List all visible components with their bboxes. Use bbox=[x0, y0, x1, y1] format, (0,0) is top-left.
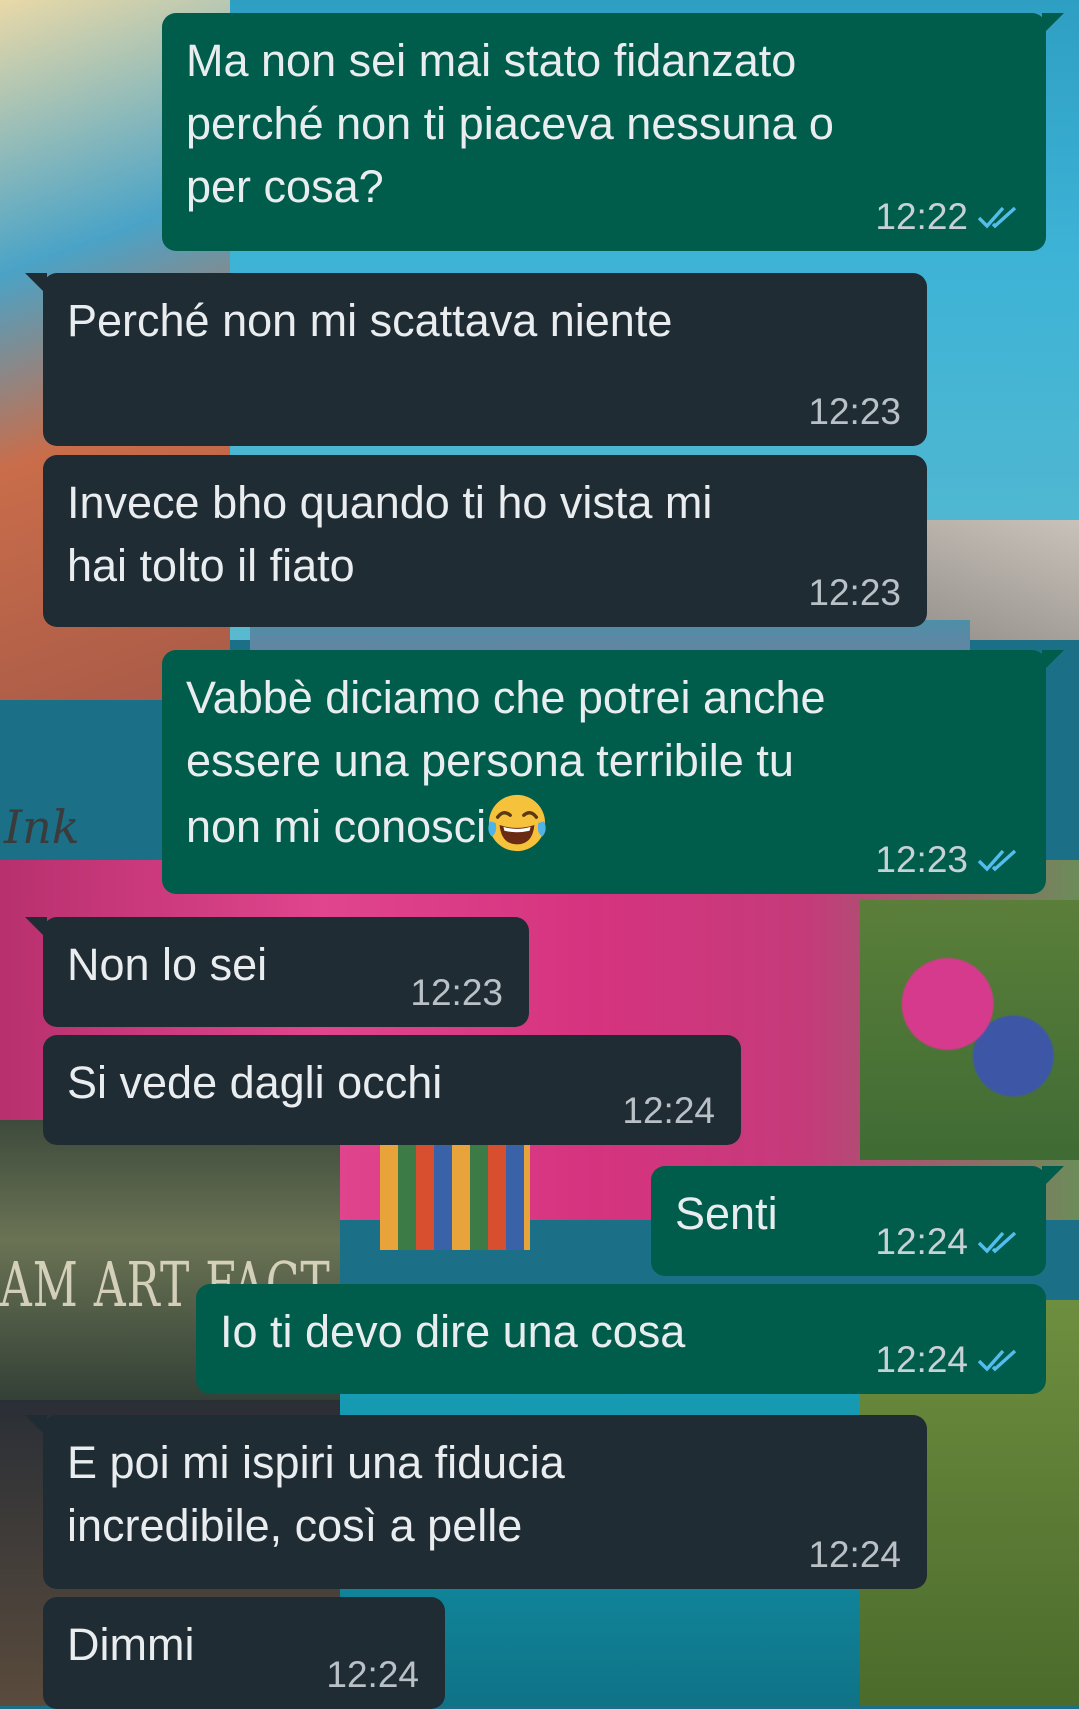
message-incoming[interactable]: Invece bho quando ti ho vista mi hai tol… bbox=[43, 455, 927, 627]
wallpaper-windows bbox=[380, 1140, 530, 1250]
message-meta: 12:24 bbox=[622, 1089, 715, 1133]
message-time: 12:24 bbox=[875, 1221, 968, 1262]
message-outgoing[interactable]: Ma non sei mai stato fidanzato perché no… bbox=[162, 13, 1064, 251]
message-outgoing[interactable]: Senti 12:24 bbox=[651, 1166, 1064, 1276]
message-time: 12:24 bbox=[808, 1534, 901, 1575]
message-meta: 12:24 bbox=[875, 1338, 1020, 1382]
message-incoming[interactable]: Perché non mi scattava niente 12:23 bbox=[25, 273, 927, 446]
message-meta: 12:23 bbox=[808, 571, 901, 615]
message-text: Si vede dagli occhi bbox=[67, 1057, 443, 1108]
message-incoming[interactable]: Si vede dagli occhi 12:24 bbox=[43, 1035, 741, 1145]
message-outgoing[interactable]: Io ti devo dire una cosa 12:24 bbox=[196, 1284, 1046, 1394]
message-meta: 12:22 bbox=[875, 195, 1020, 239]
double-check-icon bbox=[977, 1231, 1017, 1254]
face-with-tears-of-joy-icon bbox=[488, 794, 546, 852]
message-incoming[interactable]: Dimmi 12:24 bbox=[43, 1597, 445, 1709]
message-meta: 12:24 bbox=[326, 1653, 419, 1697]
message-incoming[interactable]: E poi mi ispiri una fiducia incredibile,… bbox=[25, 1415, 927, 1589]
message-text: Perché non mi scattava niente bbox=[67, 295, 673, 346]
message-text: Vabbè diciamo che potrei anche essere un… bbox=[186, 666, 1018, 858]
wallpaper-ink-sign: Ink bbox=[4, 800, 80, 854]
message-meta: 12:24 bbox=[875, 1220, 1020, 1264]
message-time: 12:24 bbox=[622, 1090, 715, 1131]
double-check-icon bbox=[977, 1349, 1017, 1372]
message-text: Ma non sei mai stato fidanzato perché no… bbox=[186, 35, 834, 212]
double-check-icon bbox=[977, 206, 1017, 229]
message-meta: 12:24 bbox=[808, 1533, 901, 1577]
message-text: Invece bho quando ti ho vista mi hai tol… bbox=[67, 477, 713, 591]
message-incoming[interactable]: Non lo sei 12:23 bbox=[25, 917, 529, 1027]
message-meta: 12:23 bbox=[808, 390, 901, 434]
double-check-icon bbox=[977, 849, 1017, 872]
message-outgoing[interactable]: Vabbè diciamo che potrei anche essere un… bbox=[162, 650, 1064, 894]
message-time: 12:23 bbox=[410, 972, 503, 1013]
message-meta: 12:23 bbox=[875, 838, 1020, 882]
message-time: 12:24 bbox=[875, 1339, 968, 1380]
message-time: 12:24 bbox=[326, 1654, 419, 1695]
message-time: 12:23 bbox=[808, 391, 901, 432]
message-time: 12:23 bbox=[875, 839, 968, 880]
message-time: 12:23 bbox=[808, 572, 901, 613]
message-meta: 12:23 bbox=[410, 971, 503, 1015]
message-text: E poi mi ispiri una fiducia incredibile,… bbox=[67, 1437, 565, 1551]
wallpaper-flowers bbox=[860, 900, 1079, 1160]
message-time: 12:22 bbox=[875, 196, 968, 237]
